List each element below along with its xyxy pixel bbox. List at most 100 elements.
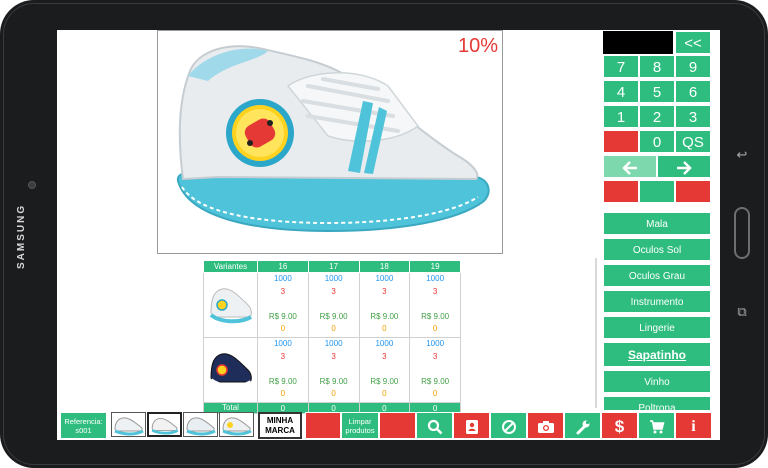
baby-shoe-illustration [176, 42, 490, 233]
info-button[interactable]: i [675, 412, 712, 439]
app-screen: 10% << 7 8 9 4 5 6 1 2 3 OK 0 QS L Z Mal… [57, 30, 720, 440]
arrow-right-icon [677, 161, 692, 175]
price-value: R$ 9.00 [268, 311, 297, 321]
price-value: R$ 9.00 [319, 311, 348, 321]
key-8-button[interactable]: 8 [639, 55, 675, 78]
category-lingerie[interactable]: Lingerie [603, 316, 711, 339]
category-poltrona[interactable]: Poltrona [603, 396, 711, 411]
clear-products-button[interactable]: Limpar produtos [341, 412, 379, 439]
variant-cell[interactable]: 1000 3 R$ 9.00 0 [358, 272, 411, 338]
key-9-button[interactable]: 9 [675, 55, 711, 78]
cart-button[interactable] [638, 412, 675, 439]
price-value: R$ 9.00 [370, 311, 399, 321]
category-instrumento[interactable]: Instrumento [603, 290, 711, 313]
blank-key-button[interactable] [639, 180, 675, 203]
product-thumbnail[interactable] [183, 412, 218, 437]
sold-value: 0 [280, 389, 286, 398]
info-icon: i [691, 418, 696, 435]
cancel-button[interactable] [490, 412, 527, 439]
variant-thumbnail[interactable] [203, 272, 258, 338]
marca-line1: MINHA [266, 416, 294, 425]
search-button[interactable] [416, 412, 453, 439]
product-thumbnail[interactable] [219, 412, 254, 437]
variant-cell[interactable]: 1000 3 R$ 9.00 0 [409, 272, 461, 338]
column-header: 18 [358, 260, 411, 273]
sold-value: 0 [331, 324, 336, 333]
category-oculos-grau[interactable]: Oculos Grau [603, 264, 711, 287]
stock-value: 1000 [375, 274, 394, 283]
column-header: 17 [307, 260, 360, 273]
cart-icon [649, 420, 664, 434]
shoe-thumbnail-icon [222, 417, 252, 436]
wrench-icon [576, 420, 589, 435]
key-7-button[interactable]: 7 [603, 55, 639, 78]
column-header: Variantes [203, 260, 258, 273]
variant-cell[interactable]: 1000 3 R$ 9.00 0 [307, 337, 360, 403]
right-arrow-button[interactable] [657, 155, 711, 178]
brand-logo: SAMSUNG [16, 203, 27, 269]
variant-cell[interactable]: 1000 3 R$ 9.00 0 [307, 272, 360, 338]
product-thumbnail[interactable] [147, 412, 182, 437]
key-2-button[interactable]: 2 [639, 105, 675, 128]
price-value: R$ 9.00 [268, 376, 297, 386]
home-hardware-button[interactable] [734, 207, 750, 259]
price-value: R$ 9.00 [370, 376, 399, 386]
qty-value: 3 [382, 351, 387, 361]
back-hardware-icon[interactable]: ↩ [733, 146, 751, 164]
reference-value: s001 [75, 426, 92, 435]
qty-value: 3 [331, 351, 336, 361]
product-thumbnail[interactable] [111, 412, 146, 437]
z-button[interactable]: Z [675, 180, 711, 203]
reference-button[interactable]: Referencia: s001 [60, 412, 107, 439]
brand-filter-button[interactable]: MINHA MARCA [258, 412, 302, 439]
product-image[interactable]: 10% [157, 30, 503, 254]
key-1-button[interactable]: 1 [603, 105, 639, 128]
camera-button[interactable] [527, 412, 564, 439]
contacts-icon [465, 420, 478, 435]
bottom-toolbar: Referencia: s001 MINHA MARCA Limpar prod… [57, 411, 720, 440]
category-mala[interactable]: Mala [603, 212, 711, 235]
contacts-button[interactable] [453, 412, 490, 439]
qty-value: 3 [432, 351, 438, 361]
red-action-button-2[interactable] [379, 412, 416, 439]
variant-cell[interactable]: 1000 3 R$ 9.00 0 [257, 337, 309, 403]
category-oculos-sol[interactable]: Oculos Sol [603, 238, 711, 261]
scrollbar[interactable] [595, 258, 597, 408]
left-arrow-button[interactable] [603, 155, 657, 178]
shoe-thumbnail-icon [114, 417, 144, 436]
sold-value: 0 [382, 324, 387, 333]
price-button[interactable]: $ [601, 412, 638, 439]
key-5-button[interactable]: 5 [639, 80, 675, 103]
key-6-button[interactable]: 6 [675, 80, 711, 103]
stock-value: 1000 [273, 274, 292, 283]
key-3-button[interactable]: 3 [675, 105, 711, 128]
recents-hardware-icon[interactable]: ⧉ [733, 303, 751, 321]
variant-cell[interactable]: 1000 3 R$ 9.00 0 [409, 337, 461, 403]
key-4-button[interactable]: 4 [603, 80, 639, 103]
red-action-button[interactable] [305, 412, 341, 439]
sold-value: 0 [331, 389, 336, 398]
variant-thumbnail[interactable] [203, 337, 258, 403]
dollar-icon: $ [614, 417, 625, 436]
navy-shoe-thumbnail [209, 353, 252, 389]
variant-cell[interactable]: 1000 3 R$ 9.00 0 [358, 337, 411, 403]
camera-icon [537, 421, 554, 434]
price-value: R$ 9.00 [319, 376, 348, 386]
key-0-button[interactable]: 0 [639, 130, 675, 153]
price-value: R$ 9.00 [421, 311, 450, 321]
stock-value: 1000 [426, 274, 445, 283]
category-sapatinho[interactable]: Sapatinho [603, 342, 711, 367]
table-header-row: Variantes 16 17 18 19 [203, 260, 461, 273]
reference-label: Referencia: [64, 417, 103, 426]
back-key-button[interactable]: << [675, 31, 711, 54]
category-vinho[interactable]: Vinho [603, 370, 711, 393]
ok-button[interactable]: OK [603, 130, 639, 153]
variant-cell[interactable]: 1000 3 R$ 9.00 0 [257, 272, 309, 338]
limpar-line2: produtos [345, 426, 375, 435]
qs-button[interactable]: QS [675, 130, 711, 153]
limpar-line1: Limpar [348, 417, 372, 426]
white-shoe-thumbnail [209, 288, 252, 324]
settings-button[interactable] [564, 412, 601, 439]
stock-value: 1000 [324, 339, 343, 348]
l-button[interactable]: L [603, 180, 639, 203]
